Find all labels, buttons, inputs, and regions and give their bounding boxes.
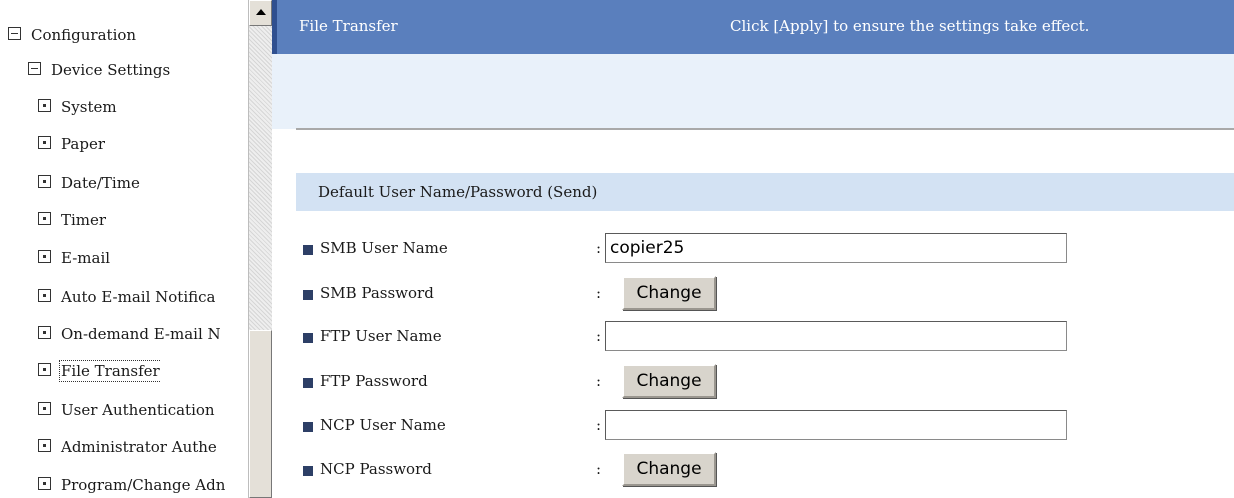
- bullet-icon: [303, 245, 313, 255]
- tree-item-label[interactable]: Timer: [61, 211, 106, 229]
- field-colon: :: [596, 327, 602, 345]
- bullet-icon: [303, 290, 313, 300]
- tree-item-administrator-authentication[interactable]: Administrator Authe: [38, 433, 217, 459]
- field-label: NCP User Name: [320, 416, 446, 434]
- leaf-icon: [38, 98, 51, 112]
- tree-item-paper[interactable]: Paper: [38, 130, 105, 156]
- apply-hint: Click [Apply] to ensure the settings tak…: [730, 17, 1090, 35]
- field-label: FTP User Name: [320, 327, 442, 345]
- leaf-icon: [38, 135, 51, 149]
- field-label: FTP Password: [320, 372, 428, 390]
- leaf-icon: [38, 476, 51, 490]
- leaf-icon: [38, 362, 51, 376]
- tree-item-label[interactable]: Administrator Authe: [61, 438, 217, 456]
- scrollbar-thumb[interactable]: [249, 330, 272, 498]
- page-title: File Transfer: [299, 17, 398, 35]
- ncp-password-row: NCP Password : Change: [296, 452, 1234, 489]
- tree-item-label[interactable]: E-mail: [61, 249, 110, 267]
- tree-item-configuration[interactable]: Configuration: [8, 21, 136, 47]
- tree-item-auto-email-notification[interactable]: Auto E-mail Notifica: [38, 283, 215, 309]
- field-colon: :: [596, 372, 602, 390]
- tree-item-system[interactable]: System: [38, 93, 117, 119]
- leaf-icon: [38, 401, 51, 415]
- field-colon: :: [596, 460, 602, 478]
- ncp-user-name-row: NCP User Name :: [296, 409, 1234, 445]
- tree-item-date-time[interactable]: Date/Time: [38, 169, 140, 195]
- nav-scrollbar[interactable]: [248, 0, 272, 498]
- divider: [296, 128, 1234, 130]
- field-colon: :: [596, 284, 602, 302]
- bullet-icon: [303, 422, 313, 432]
- tree-item-label[interactable]: Device Settings: [51, 61, 170, 79]
- smb-password-change-button[interactable]: Change: [622, 276, 716, 310]
- tree-item-label[interactable]: Date/Time: [61, 174, 140, 192]
- tree-item-on-demand-email[interactable]: On-demand E-mail N: [38, 320, 221, 346]
- tree-item-e-mail[interactable]: E-mail: [38, 244, 110, 270]
- bullet-icon: [303, 466, 313, 476]
- field-label: SMB User Name: [320, 239, 448, 257]
- tree-item-device-settings[interactable]: Device Settings: [28, 56, 170, 82]
- field-label: NCP Password: [320, 460, 432, 478]
- field-label: SMB Password: [320, 284, 434, 302]
- collapse-icon[interactable]: [8, 26, 21, 40]
- tree-item-label[interactable]: User Authentication: [61, 401, 215, 419]
- ncp-user-name-input[interactable]: [605, 410, 1067, 440]
- tree-item-label[interactable]: Auto E-mail Notifica: [61, 288, 215, 306]
- tree-item-label[interactable]: Paper: [61, 135, 105, 153]
- collapse-icon[interactable]: [28, 61, 41, 75]
- ftp-user-name-row: FTP User Name :: [296, 320, 1234, 356]
- leaf-icon: [38, 438, 51, 452]
- tree-item-file-transfer[interactable]: File Transfer: [38, 357, 160, 383]
- leaf-icon: [38, 249, 51, 263]
- leaf-icon: [38, 174, 51, 188]
- smb-password-row: SMB Password : Change: [296, 276, 1234, 313]
- tree-item-label[interactable]: Program/Change Adn: [61, 476, 225, 494]
- scroll-up-arrow-icon[interactable]: [249, 0, 272, 26]
- bullet-icon: [303, 378, 313, 388]
- leaf-icon: [38, 288, 51, 302]
- navigation-tree: Configuration Device Settings System Pap…: [0, 0, 248, 498]
- field-colon: :: [596, 416, 602, 434]
- bullet-icon: [303, 333, 313, 343]
- main-content: File Transfer Click [Apply] to ensure th…: [272, 0, 1234, 498]
- tree-item-label[interactable]: On-demand E-mail N: [61, 325, 221, 343]
- tree-item-label[interactable]: File Transfer: [59, 360, 160, 382]
- tree-item-label[interactable]: Configuration: [31, 26, 136, 44]
- page-title-bar: File Transfer Click [Apply] to ensure th…: [272, 0, 1234, 54]
- tree-item-user-authentication[interactable]: User Authentication: [38, 396, 215, 422]
- leaf-icon: [38, 325, 51, 339]
- smb-user-name-input[interactable]: [605, 233, 1067, 263]
- section-header: Default User Name/Password (Send): [296, 173, 1234, 211]
- ncp-password-change-button[interactable]: Change: [622, 452, 716, 486]
- leaf-icon: [38, 211, 51, 225]
- tree-item-label[interactable]: System: [61, 98, 117, 116]
- ftp-password-change-button[interactable]: Change: [622, 364, 716, 398]
- tree-item-program-change-admin[interactable]: Program/Change Adn: [38, 471, 225, 497]
- tree-item-timer[interactable]: Timer: [38, 206, 106, 232]
- ftp-user-name-input[interactable]: [605, 321, 1067, 351]
- smb-user-name-row: SMB User Name :: [296, 232, 1234, 268]
- header-panel: [272, 54, 1234, 129]
- field-colon: :: [596, 239, 602, 257]
- ftp-password-row: FTP Password : Change: [296, 364, 1234, 401]
